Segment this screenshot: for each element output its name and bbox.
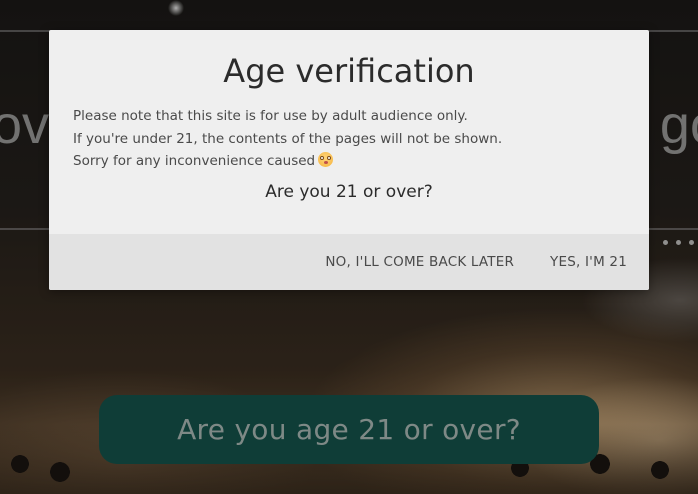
dialog-message: Please note that this site is for use by… — [73, 105, 625, 173]
accept-button[interactable]: YES, I'M 21 — [550, 254, 627, 270]
dialog-footer: NO, I'LL COME BACK LATER YES, I'M 21 — [49, 234, 649, 290]
age-verification-dialog: Age verification Please note that this s… — [49, 30, 649, 290]
decline-button[interactable]: NO, I'LL COME BACK LATER — [325, 254, 514, 270]
flushed-face-icon — [318, 152, 334, 167]
dialog-message-line: Sorry for any inconvenience caused — [73, 153, 316, 169]
dialog-message-line: If you're under 21, the contents of the … — [73, 130, 503, 147]
dialog-title: Age verification — [223, 52, 475, 90]
page: ov go Are you age 21 or over? Age verifi… — [0, 0, 698, 494]
age-question: Are you 21 or over? — [265, 182, 433, 202]
dialog-message-line-with-emoji: Sorry for any inconvenience caused — [73, 150, 625, 173]
dialog-message-line: Please note that this site is for use by… — [73, 108, 468, 124]
